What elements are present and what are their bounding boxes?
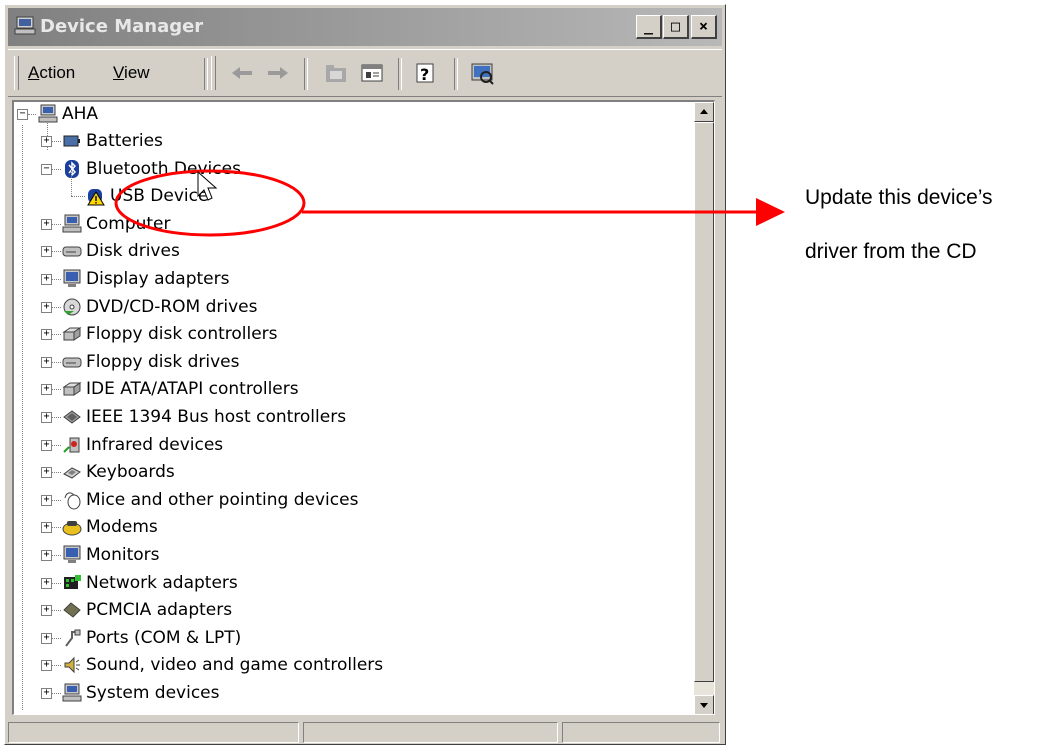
mouse-cursor-icon (197, 170, 218, 201)
callout-line-2: driver from the CD (805, 240, 977, 263)
annotation-overlay (114, 169, 785, 237)
callout-arrowhead (756, 198, 785, 226)
highlight-ellipse (114, 169, 306, 237)
callout-line-1: Update this device’s (805, 186, 993, 209)
